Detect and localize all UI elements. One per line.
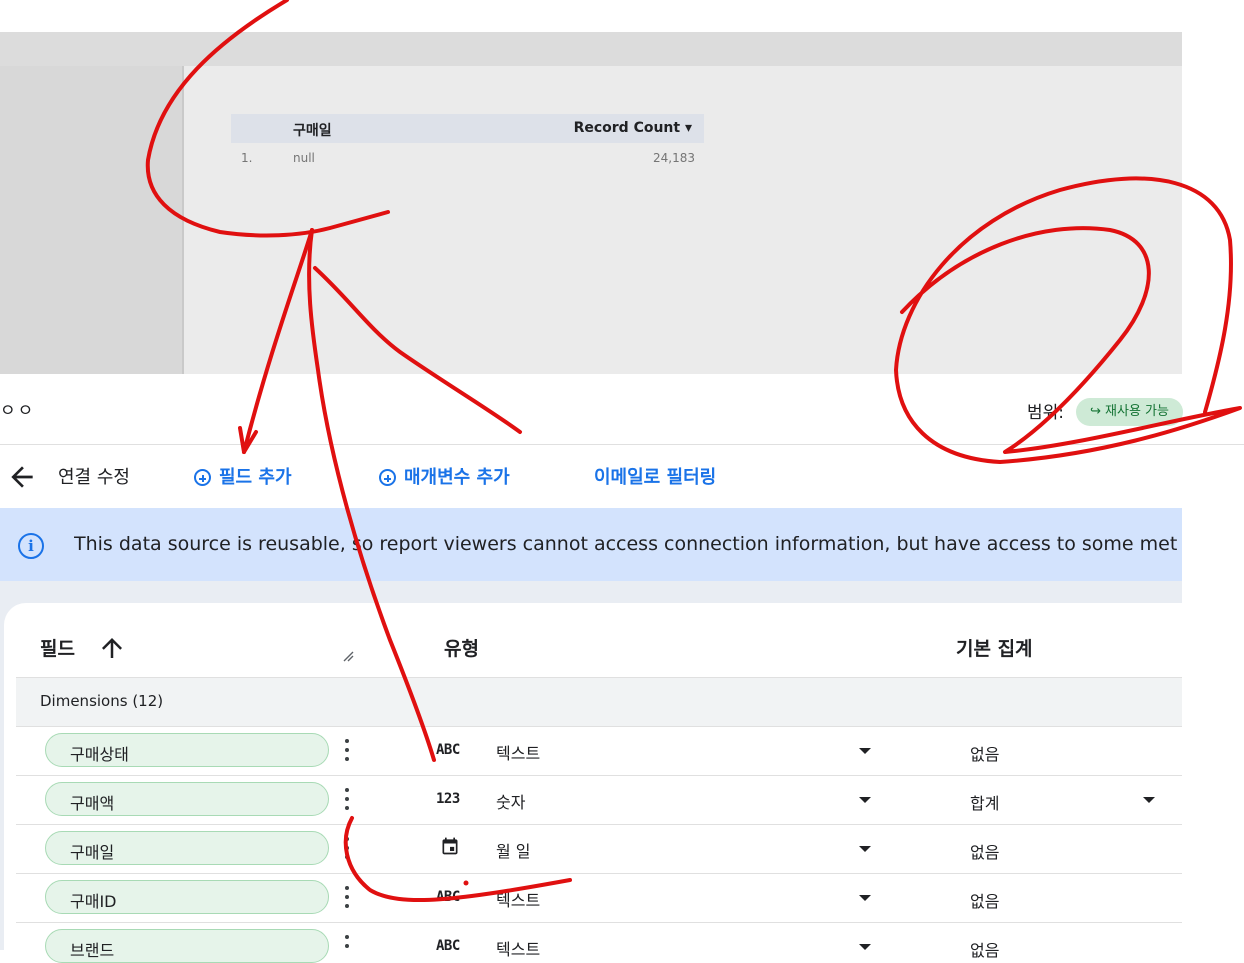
add-circle-icon xyxy=(379,469,396,486)
email-filter-button[interactable]: 이메일로 필터링 xyxy=(594,463,716,489)
row-index: 1. xyxy=(241,151,253,165)
number-type-icon: 123 xyxy=(436,791,460,807)
report-table-header-date: 구매일 xyxy=(293,123,332,139)
field-type[interactable]: 숫자 xyxy=(496,789,525,813)
field-name[interactable]: 구매일 xyxy=(70,839,114,863)
field-name[interactable]: 구매액 xyxy=(70,790,114,814)
field-name[interactable]: 구매ID xyxy=(70,888,116,912)
type-dropdown-icon[interactable] xyxy=(859,895,871,901)
type-dropdown-icon[interactable] xyxy=(859,846,871,852)
add-parameter-button[interactable]: 매개변수 추가 xyxy=(379,463,510,489)
report-table[interactable]: 구매일 Record Count ▾ 1. null 24,183 xyxy=(231,114,704,171)
more-vert-icon[interactable] xyxy=(340,787,354,813)
dimensions-group-label: Dimensions (12) xyxy=(40,692,164,710)
resize-handle-icon[interactable] xyxy=(341,649,355,663)
scope-label: 범위: xyxy=(1027,403,1065,423)
field-aggregation[interactable]: 없음 xyxy=(970,937,999,961)
add-parameter-label: 매개변수 추가 xyxy=(404,467,510,488)
column-header-field[interactable]: 필드 xyxy=(40,634,75,661)
edit-connection-button[interactable]: 연결 수정 xyxy=(58,463,130,489)
arrow-up-icon[interactable] xyxy=(97,633,127,663)
field-aggregation[interactable]: 없음 xyxy=(970,741,999,765)
arrow-left-icon[interactable] xyxy=(6,461,38,493)
scope-reusable-chip[interactable]: ↪ 재사용 가능 xyxy=(1076,398,1183,426)
report-table-header: 구매일 Record Count ▾ xyxy=(231,114,704,143)
more-vert-icon[interactable] xyxy=(340,738,354,764)
more-vert-icon[interactable] xyxy=(340,885,354,911)
canvas-toolbar-strip xyxy=(0,32,1182,66)
field-type[interactable]: 텍스트 xyxy=(496,887,540,911)
add-circle-icon xyxy=(194,469,211,486)
column-header-type[interactable]: 유형 xyxy=(444,634,479,661)
field-name[interactable]: 브랜드 xyxy=(70,937,114,961)
info-icon: i xyxy=(18,533,44,559)
datasource-title[interactable]: ㅇㅇ xyxy=(0,396,35,421)
field-aggregation[interactable]: 없음 xyxy=(970,888,999,912)
add-field-button[interactable]: 필드 추가 xyxy=(194,463,292,489)
row-date: null xyxy=(293,151,315,165)
more-vert-icon[interactable] xyxy=(340,934,354,950)
canvas-left-margin xyxy=(0,66,184,374)
column-header-aggregation[interactable]: 기본 집계 xyxy=(956,634,1033,661)
report-table-header-count[interactable]: Record Count ▾ xyxy=(574,120,692,136)
report-page xyxy=(184,66,1182,374)
field-name[interactable]: 구매상태 xyxy=(70,741,129,765)
field-aggregation[interactable]: 합계 xyxy=(970,790,999,814)
add-field-label: 필드 추가 xyxy=(219,467,292,488)
field-type[interactable]: 텍스트 xyxy=(496,936,540,960)
field-aggregation[interactable]: 없음 xyxy=(970,839,999,863)
field-type[interactable]: 월 일 xyxy=(496,838,531,862)
type-dropdown-icon[interactable] xyxy=(859,944,871,950)
type-dropdown-icon[interactable] xyxy=(859,748,871,754)
text-type-icon: ABC xyxy=(436,742,460,758)
top-blank xyxy=(0,0,1244,32)
table-row: 1. null 24,183 xyxy=(231,143,704,171)
more-vert-icon[interactable] xyxy=(340,836,354,862)
type-dropdown-icon[interactable] xyxy=(859,797,871,803)
info-banner-text: This data source is reusable, so report … xyxy=(74,533,1178,555)
dimensions-group-row xyxy=(16,678,1182,727)
field-type[interactable]: 텍스트 xyxy=(496,740,540,764)
text-type-icon: ABC xyxy=(436,938,460,954)
aggregation-dropdown-icon[interactable] xyxy=(1143,797,1155,803)
calendar-icon xyxy=(442,837,458,855)
row-count: 24,183 xyxy=(653,151,695,165)
text-type-icon: ABC xyxy=(436,889,460,905)
